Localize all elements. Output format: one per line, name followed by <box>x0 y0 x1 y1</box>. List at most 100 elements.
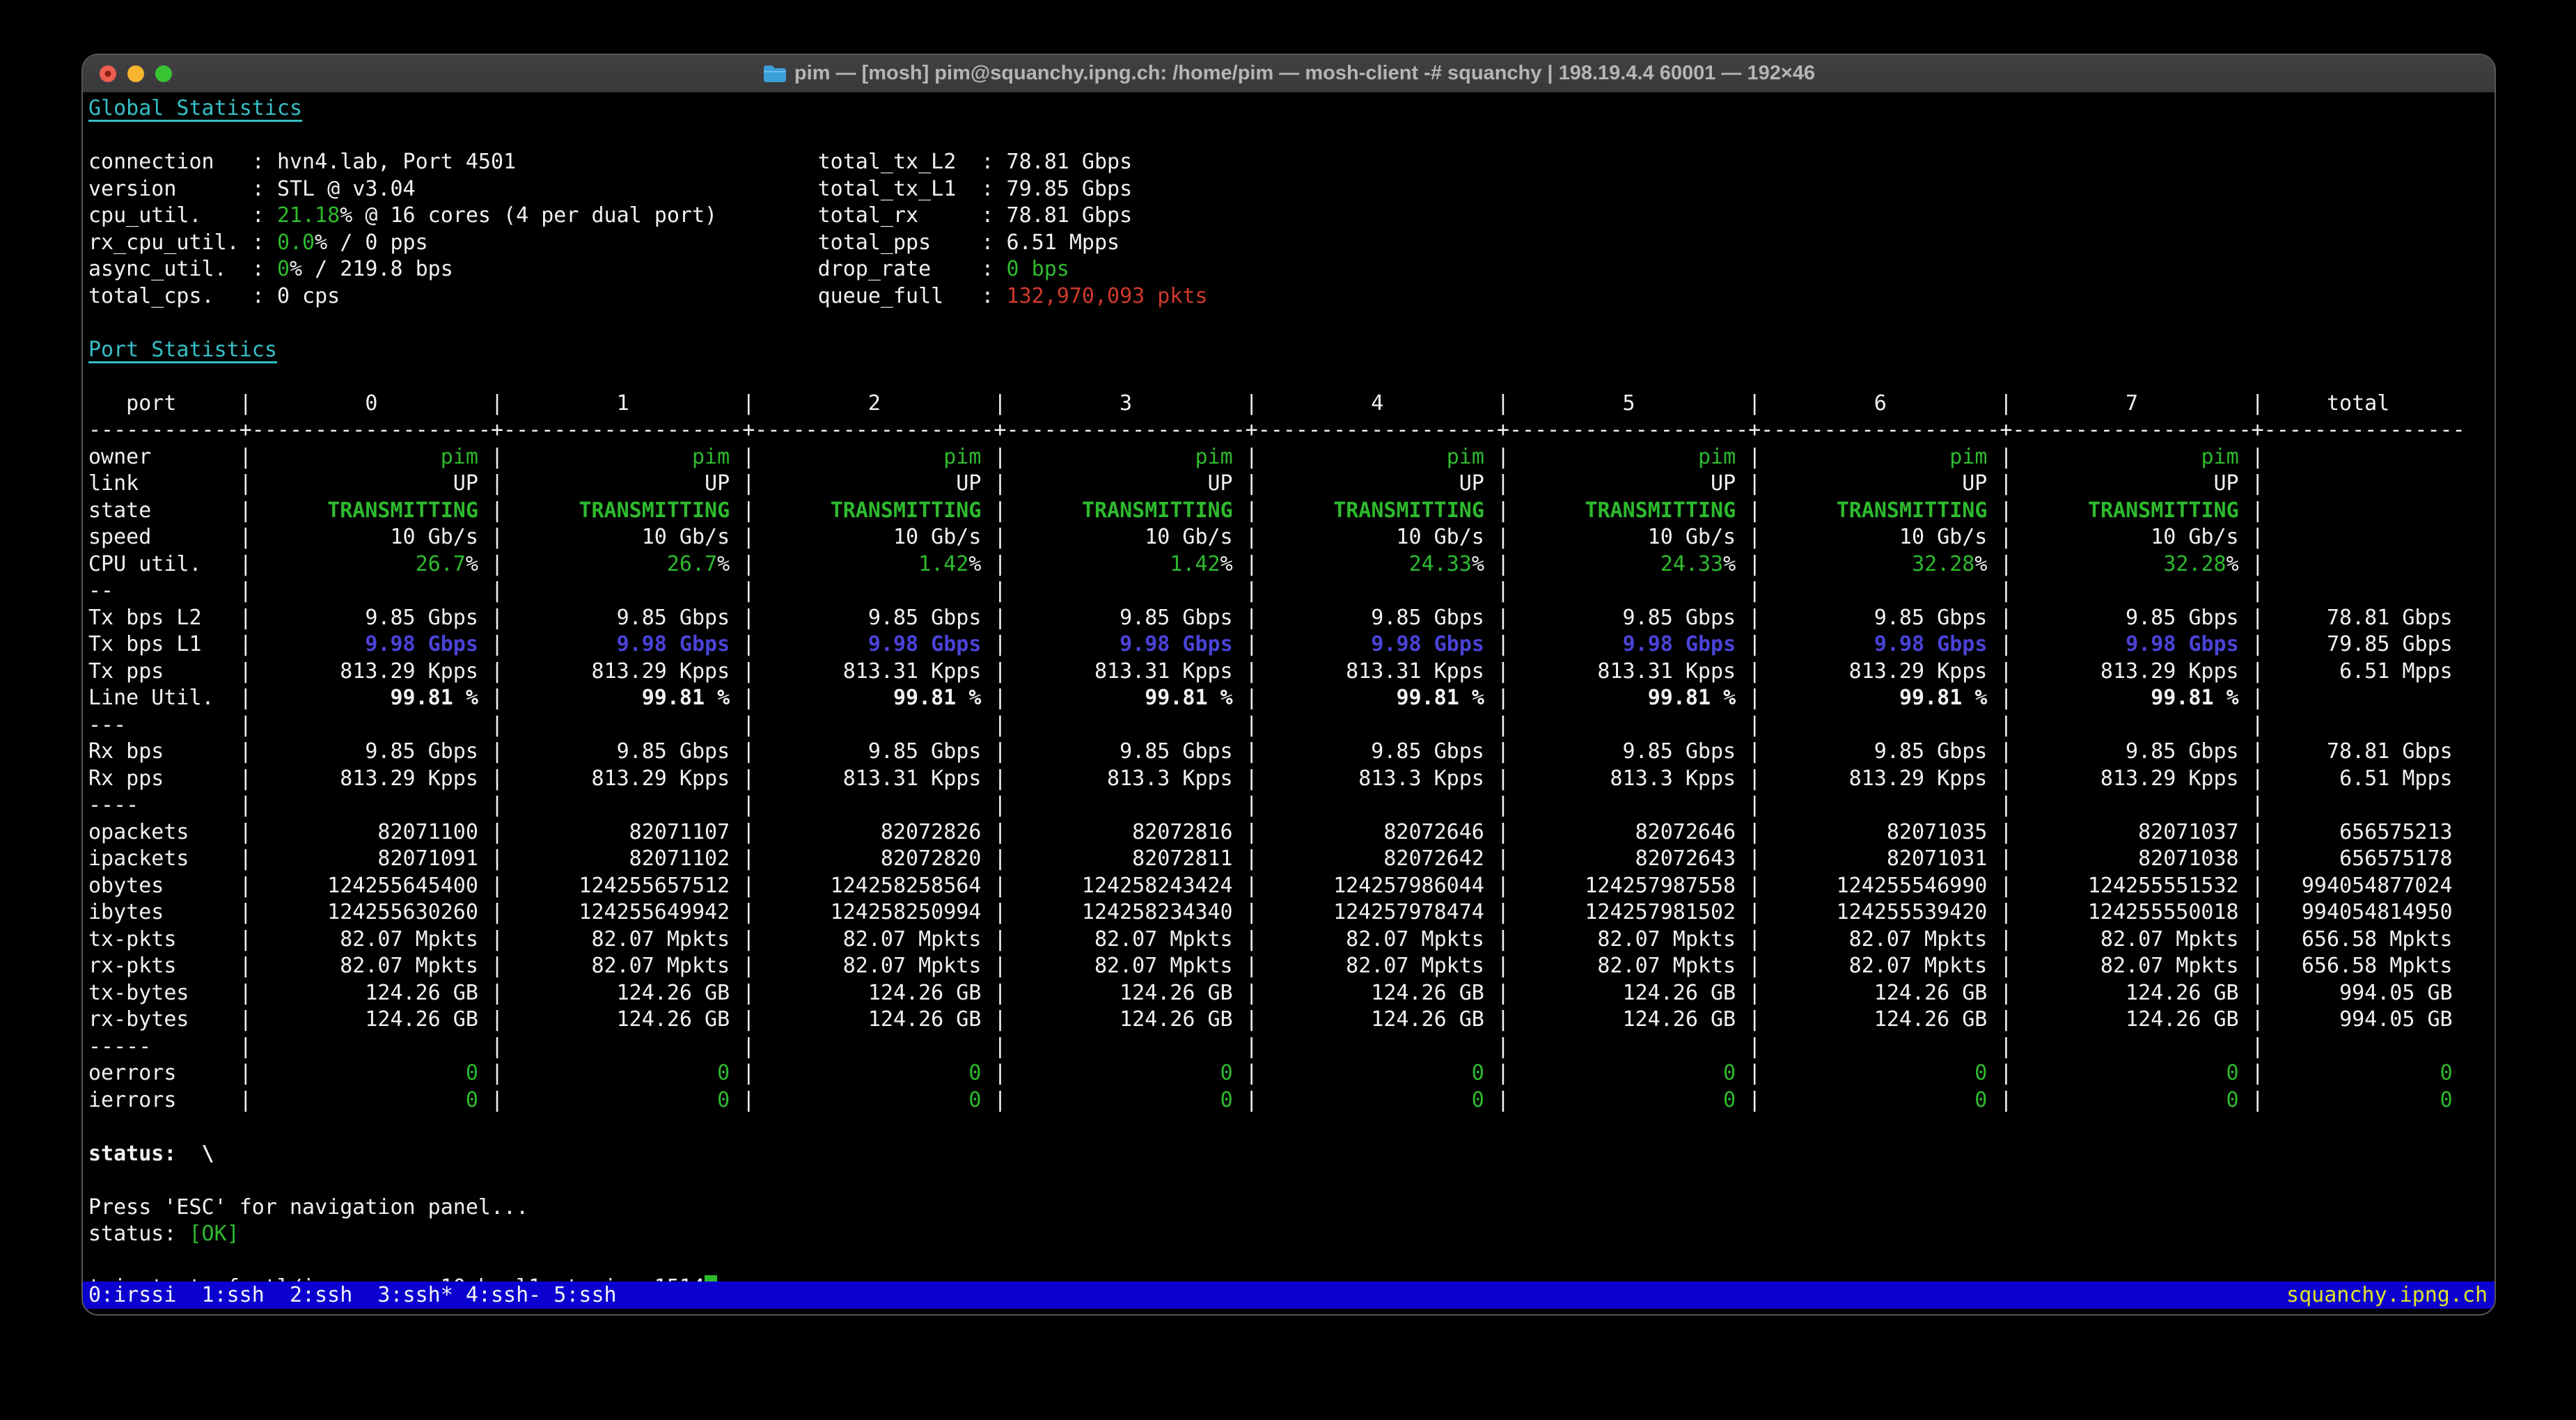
terminal-text: | <box>2239 659 2264 684</box>
terminal-text: 79.85 Gbps <box>1007 177 1133 201</box>
terminal-text: 0 <box>2226 1088 2239 1112</box>
terminal-text: | <box>981 766 1006 791</box>
minimize-button[interactable] <box>127 65 144 82</box>
terminal-text: port | 0 | 1 | 2 | 3 | 4 | 5 | 6 | 7 | t… <box>88 391 2453 416</box>
terminal-text: | <box>730 1088 755 1112</box>
terminal-text: 994054814950 <box>2302 900 2453 924</box>
terminal-text: 813.3 Kpps <box>1258 766 1484 791</box>
terminal-text: 9.85 Gbps <box>1761 739 1987 764</box>
terminal-text: 813.29 Kpps <box>1761 766 1987 791</box>
terminal-text: 9.85 Gbps <box>503 739 730 764</box>
terminal-text <box>2264 927 2302 952</box>
terminal-content[interactable]: Global Statistics connection : hvn4.lab,… <box>83 93 2495 1314</box>
terminal-text: 82.07 Mpkts <box>252 954 478 978</box>
esc-hint: Press 'ESC' for navigation panel... <box>88 1194 2495 1222</box>
terminal-text: 124255649942 <box>503 900 730 924</box>
terminal-text <box>2264 686 2453 710</box>
terminal-text: | <box>2239 981 2264 1005</box>
blank-line <box>88 1167 2495 1194</box>
terminal-text: | <box>1736 1007 1761 1032</box>
terminal-text: 124.26 GB <box>252 981 478 1005</box>
terminal-text: --- | | | | | | | | | <box>88 713 2264 737</box>
terminal-text: TRANSMITTING <box>1082 498 1233 523</box>
terminal-text: 813.31 Kpps <box>1509 659 1736 684</box>
table-row: tx-bytes | 124.26 GB | 124.26 GB | 124.2… <box>88 980 2495 1007</box>
terminal-text: 124.26 GB <box>2012 981 2238 1005</box>
terminal-text: | <box>1736 927 1761 952</box>
terminal-text: 656575178 <box>2339 846 2453 871</box>
terminal-text: 124257987558 <box>1509 874 1736 898</box>
terminal-text <box>453 257 818 281</box>
terminal-text: | <box>2239 471 2264 496</box>
terminal-text <box>1509 498 1585 523</box>
port-stats-table: port | 0 | 1 | 2 | 3 | 4 | 5 | 6 | 7 | t… <box>88 390 2495 1114</box>
terminal-text: | <box>1736 739 1761 764</box>
terminal-text: | <box>981 606 1006 630</box>
global-stat-line: async_util. : 0% / 219.8 bps drop_rate :… <box>88 256 2495 283</box>
blank-line <box>88 1114 2495 1141</box>
terminal-text: | <box>730 900 755 924</box>
terminal-text: | <box>1233 1061 1258 1085</box>
terminal-text: 813.29 Kpps <box>1761 659 1987 684</box>
terminal-text: 99.81 % <box>2151 686 2238 710</box>
terminal-text: 124258258564 <box>755 874 981 898</box>
terminal-text: | <box>1484 659 1509 684</box>
terminal-text: 9.85 Gbps <box>252 606 478 630</box>
terminal-text: Tx bps L1 | <box>88 632 252 656</box>
terminal-text: 24.33 <box>1409 552 1472 576</box>
terminal-text: tx-pkts | <box>88 927 252 952</box>
terminal-text: | <box>1736 1061 1761 1085</box>
terminal-text: TRANSMITTING <box>831 498 982 523</box>
terminal-text: | <box>730 552 755 576</box>
terminal-text: | <box>1484 1007 1509 1032</box>
terminal-text: % <box>1723 552 1736 576</box>
terminal-text: | <box>1736 659 1761 684</box>
terminal-text <box>1761 686 1899 710</box>
terminal-text: | <box>1987 445 2012 469</box>
terminal-text: | <box>478 927 503 952</box>
terminal-text: 10 Gb/s <box>2012 525 2238 549</box>
terminal-text: pim <box>692 445 730 469</box>
terminal-text <box>2264 739 2327 764</box>
terminal-text: 0 <box>2226 1061 2239 1085</box>
terminal-text <box>2264 659 2339 684</box>
terminal-text: hvn4.lab, Port 4501 <box>277 150 516 174</box>
table-separator-row: -- | | | | | | | | | <box>88 578 2495 605</box>
terminal-text: | <box>1987 927 2012 952</box>
terminal-text: 0 <box>1472 1061 1484 1085</box>
terminal-text: TRANSMITTING <box>579 498 730 523</box>
terminal-text <box>2264 498 2453 523</box>
terminal-text <box>503 686 642 710</box>
terminal-text: 124255546990 <box>1761 874 1987 898</box>
terminal-text: | <box>478 739 503 764</box>
traffic-lights <box>100 65 172 82</box>
terminal-text: | <box>1233 981 1258 1005</box>
close-button[interactable] <box>100 65 116 82</box>
terminal-text: | <box>1233 1007 1258 1032</box>
table-separator-row: --- | | | | | | | | | <box>88 712 2495 739</box>
terminal-text: 9.85 Gbps <box>2012 606 2238 630</box>
terminal-text: | <box>478 846 503 871</box>
title-bar[interactable]: pim — [mosh] pim@squanchy.ipng.ch: /home… <box>83 55 2495 93</box>
terminal-text: 79.85 Gbps <box>2327 632 2453 656</box>
terminal-text: 82072643 <box>1509 846 1736 871</box>
terminal-text: | <box>1736 1088 1761 1112</box>
terminal-text: 82.07 Mpkts <box>503 927 730 952</box>
terminal-text: 994.05 GB <box>2339 981 2453 1005</box>
terminal-text: 9.98 Gbps <box>617 632 730 656</box>
terminal-text: | <box>2239 874 2264 898</box>
terminal-text: | <box>1233 900 1258 924</box>
terminal-text: | <box>1987 874 2012 898</box>
terminal-text: | <box>981 874 1006 898</box>
terminal-text: | <box>2239 632 2264 656</box>
terminal-text: 78.81 Gbps <box>2327 739 2453 764</box>
terminal-text: 82072826 <box>755 820 981 844</box>
terminal-text: 82072811 <box>1007 846 1233 871</box>
terminal-text: | <box>1484 1088 1509 1112</box>
terminal-text: | <box>478 552 503 576</box>
terminal-text: | <box>1736 632 1761 656</box>
terminal-text: | <box>730 954 755 978</box>
zoom-button[interactable] <box>155 65 172 82</box>
terminal-text: 124258243424 <box>1007 874 1233 898</box>
terminal-text: | <box>2239 606 2264 630</box>
